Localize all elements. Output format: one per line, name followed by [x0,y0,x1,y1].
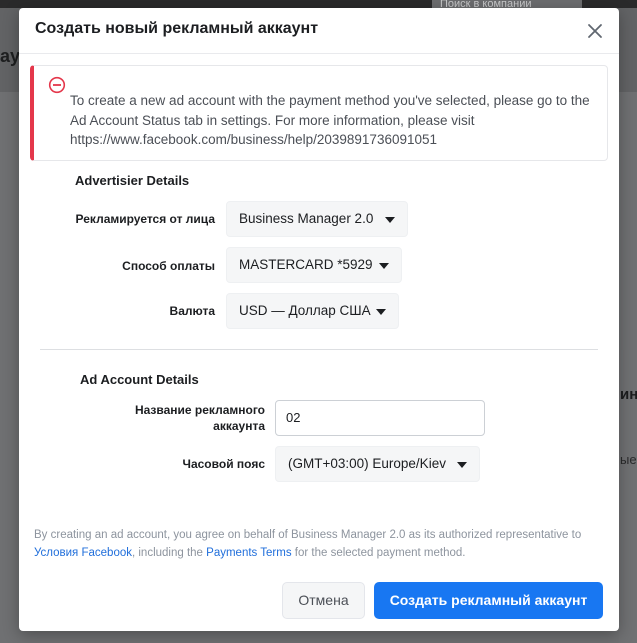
terms-text: for the selected payment method. [291,547,466,559]
currency-dropdown[interactable]: USD — Доллар США [226,293,399,329]
background-heading-fragment: ау [0,46,21,66]
error-circle-icon [48,76,66,94]
create-ad-account-button[interactable]: Создать рекламный аккаунт [374,582,603,619]
error-alert: To create a new ad account with the paym… [30,65,608,161]
section-divider [40,349,598,350]
payments-terms-link[interactable]: Payments Terms [206,547,291,559]
dialog-title: Создать новый рекламный аккаунт [35,20,319,37]
payment-method-dropdown[interactable]: MASTERCARD *5929 [226,247,402,283]
advertiser-details-title: Advertisier Details [75,173,190,188]
terms-text: , including the [131,547,207,559]
timezone-label: Часовой пояс [182,457,265,471]
cancel-button[interactable]: Отмена [282,582,365,619]
ad-account-details-title: Ad Account Details [80,372,199,387]
timezone-dropdown[interactable]: (GMT+03:00) Europe/Kiev [275,446,480,482]
background-search-field: Поиск в компании [432,0,582,8]
advertiser-value: Business Manager 2.0 [239,211,374,226]
dialog-header: Создать новый рекламный аккаунт [19,8,619,54]
chevron-down-icon [376,309,386,315]
ad-account-name-input[interactable]: 02 [275,400,485,436]
close-icon [588,24,602,38]
alert-message: To create a new ad account with the paym… [70,93,590,147]
ad-account-name-label: Название рекламного аккаунта [134,403,265,433]
chevron-down-icon [379,263,389,269]
advertiser-dropdown[interactable]: Business Manager 2.0 [226,201,408,237]
payment-method-label: Способ оплаты [122,259,215,273]
background-right-fragment: ин [620,386,637,403]
currency-label: Валюта [169,304,215,318]
chevron-down-icon [385,217,395,223]
chevron-down-icon [457,462,467,468]
terms-text: By creating an ad account, you agree on … [34,529,582,541]
timezone-value: (GMT+03:00) Europe/Kiev [288,456,446,471]
background-right-fragment: ые [620,452,637,467]
create-ad-account-dialog: Создать новый рекламный аккаунт To creat… [19,8,619,631]
facebook-terms-link[interactable]: Условия Facebook [34,547,132,559]
advertiser-label: Рекламируется от лица [75,212,215,226]
terms-notice: By creating an ad account, you agree on … [34,526,609,562]
currency-value: USD — Доллар США [239,303,371,318]
payment-method-value: MASTERCARD *5929 [239,257,373,272]
close-button[interactable] [584,20,606,42]
